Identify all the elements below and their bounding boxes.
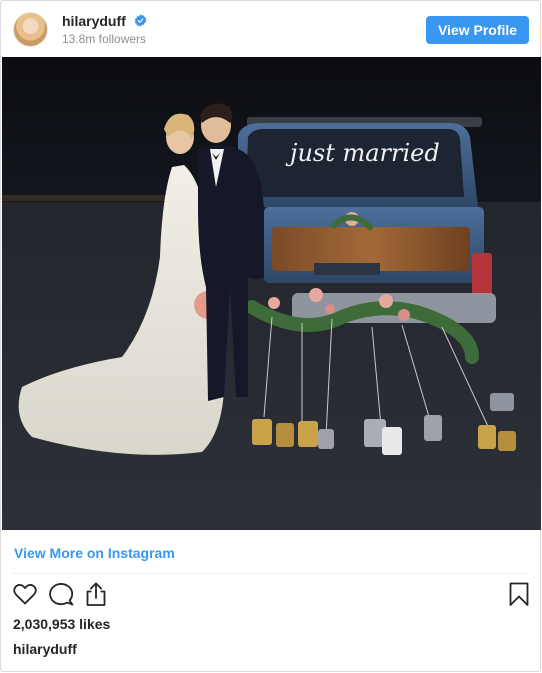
instagram-embed-card: hilaryduff 13.8m followers View Profile <box>0 0 541 672</box>
heart-icon[interactable] <box>11 580 39 608</box>
follower-count: 13.8m followers <box>62 32 147 46</box>
comment-icon[interactable] <box>47 580 75 608</box>
view-profile-button[interactable]: View Profile <box>426 16 529 44</box>
like-count[interactable]: 2,030,953 likes <box>13 616 110 632</box>
share-icon[interactable] <box>82 580 110 608</box>
action-bar <box>1 580 540 612</box>
view-more-link[interactable]: View More on Instagram <box>14 545 175 561</box>
post-photo[interactable]: just married <box>2 57 541 530</box>
bookmark-icon[interactable] <box>505 580 533 608</box>
just-married-lettering: just married <box>285 139 440 167</box>
avatar[interactable] <box>13 12 48 47</box>
verified-badge-icon <box>134 14 147 27</box>
username[interactable]: hilaryduff <box>62 13 126 29</box>
caption-username[interactable]: hilaryduff <box>13 641 77 657</box>
wedding-photo-illustration: just married <box>2 57 541 530</box>
post-header: hilaryduff 13.8m followers View Profile <box>1 1 540 57</box>
divider <box>13 573 529 574</box>
